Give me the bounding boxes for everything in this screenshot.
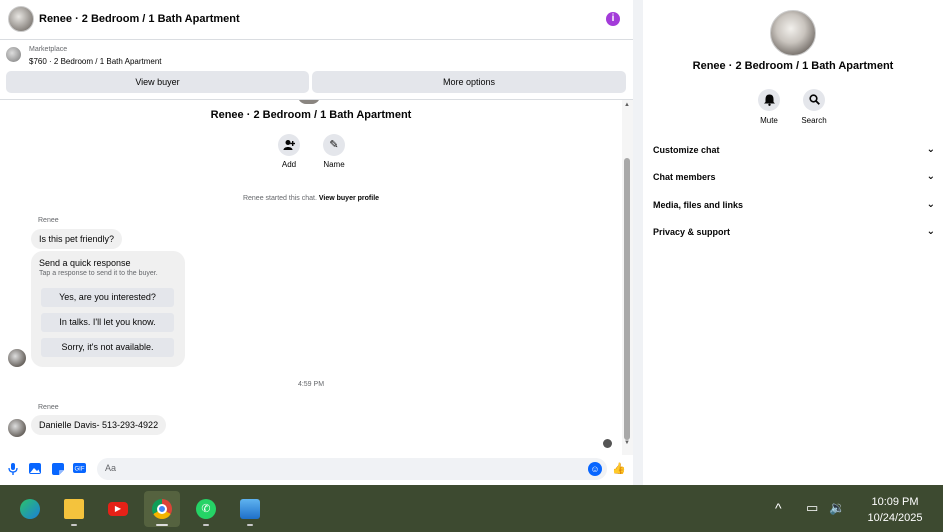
youtube-app[interactable]: ▶ xyxy=(100,491,136,527)
sender-name: Renee xyxy=(38,217,59,224)
quick-response-subtitle: Tap a response to send it to the buyer. xyxy=(39,270,158,277)
add-people-button[interactable]: Add xyxy=(269,134,309,169)
view-buyer-profile-link[interactable]: View buyer profile xyxy=(319,195,379,202)
chrome-app[interactable] xyxy=(144,491,180,527)
chat-pane: Renee · 2 Bedroom / 1 Bath Apartment i M… xyxy=(0,0,633,485)
youtube-icon: ▶ xyxy=(108,502,128,516)
whatsapp-app[interactable]: ✆ xyxy=(188,491,224,527)
listing-thumbnail xyxy=(6,47,21,62)
info-panel-title: Renee · 2 Bedroom / 1 Bath Apartment xyxy=(692,60,894,72)
privacy-support-section[interactable]: Privacy & support ⌄ xyxy=(653,222,935,242)
search-label: Search xyxy=(801,116,827,125)
add-person-icon xyxy=(278,134,300,156)
composer: GIF Aa ☺ 👍 xyxy=(0,455,633,485)
name-button[interactable]: ✎ Name xyxy=(314,134,354,169)
bell-icon xyxy=(758,89,780,111)
clock-date: 10/24/2025 xyxy=(867,512,923,524)
mute-button[interactable]: Mute xyxy=(749,89,789,125)
section-label: Privacy & support xyxy=(653,227,731,237)
chevron-up-icon[interactable]: ^ xyxy=(775,500,782,516)
quick-response-title: Send a quick response xyxy=(39,258,131,268)
running-indicator xyxy=(71,524,77,526)
gif-icon[interactable]: GIF xyxy=(73,463,86,476)
thumbs-up-icon[interactable]: 👍 xyxy=(612,463,626,476)
media-files-section[interactable]: Media, files and links ⌄ xyxy=(653,195,935,215)
name-label: Name xyxy=(323,160,345,169)
quick-response-option[interactable]: Yes, are you interested? xyxy=(41,288,174,307)
quick-response-option[interactable]: In talks. I'll let you know. xyxy=(41,313,174,332)
message-bubble[interactable]: Is this pet friendly? xyxy=(31,229,123,249)
chevron-down-icon: ⌄ xyxy=(926,226,935,237)
conversation-title: Renee · 2 Bedroom / 1 Bath Apartment xyxy=(210,109,412,121)
scroll-up-arrow[interactable]: ▲ xyxy=(624,102,630,108)
quick-response-card: Send a quick response Tap a response to … xyxy=(31,251,185,367)
marketplace-label: Marketplace xyxy=(29,46,68,53)
sender-name: Renee xyxy=(38,404,59,411)
photo-icon[interactable] xyxy=(28,463,41,476)
chat-members-section[interactable]: Chat members ⌄ xyxy=(653,167,935,187)
sticker-icon[interactable] xyxy=(51,463,64,476)
system-clock[interactable]: 10:09 PM 10/24/2025 xyxy=(855,494,935,526)
scrollbar-thumb[interactable] xyxy=(624,158,630,440)
message-placeholder: Aa xyxy=(105,463,117,473)
chat-title[interactable]: Renee · 2 Bedroom / 1 Bath Apartment xyxy=(39,13,240,25)
edge-app[interactable] xyxy=(12,491,48,527)
clock-time: 10:09 PM xyxy=(871,496,919,508)
marketplace-banner: Marketplace $760 · 2 Bedroom / 1 Bath Ap… xyxy=(0,40,633,100)
quick-response-option[interactable]: Sorry, it's not available. xyxy=(41,338,174,357)
chevron-down-icon: ⌄ xyxy=(926,144,935,155)
section-label: Media, files and links xyxy=(653,200,744,210)
section-label: Chat members xyxy=(653,172,716,182)
mute-label: Mute xyxy=(760,116,778,125)
running-indicator xyxy=(203,524,209,526)
photos-app[interactable] xyxy=(232,491,268,527)
chat-header: Renee · 2 Bedroom / 1 Bath Apartment i xyxy=(0,0,633,40)
volume-icon[interactable]: 🔉 xyxy=(829,500,845,516)
message-scrollbar[interactable]: ▲ ▼ xyxy=(622,100,633,455)
folder-icon xyxy=(64,499,84,519)
profile-photo-partial xyxy=(298,100,320,104)
started-text: Renee started this chat. xyxy=(242,195,317,202)
svg-text:GIF: GIF xyxy=(75,466,85,472)
file-explorer-app[interactable] xyxy=(56,491,92,527)
microphone-icon[interactable] xyxy=(6,463,19,476)
emoji-icon[interactable]: ☺ xyxy=(588,462,602,476)
message-bubble[interactable]: Danielle Davis- 513-293-4922 xyxy=(31,415,167,435)
customize-chat-section[interactable]: Customize chat ⌄ xyxy=(653,140,935,160)
search-button[interactable]: Search xyxy=(794,89,834,125)
add-label: Add xyxy=(281,160,297,169)
taskbar: ▶ ✆ ^ ▭ 🔉 10:09 PM 10/24/2025 xyxy=(0,485,943,532)
pane-divider xyxy=(633,0,643,485)
chevron-down-icon: ⌄ xyxy=(926,199,935,210)
sender-avatar xyxy=(8,419,26,437)
listing-summary[interactable]: $760 · 2 Bedroom / 1 Bath Apartment xyxy=(29,57,162,66)
view-buyer-button[interactable]: View buyer xyxy=(6,71,309,93)
search-icon xyxy=(803,89,825,111)
message-timestamp: 4:59 PM xyxy=(297,381,325,388)
chevron-down-icon: ⌄ xyxy=(926,171,935,182)
whatsapp-icon: ✆ xyxy=(196,499,216,519)
active-indicator xyxy=(156,524,168,526)
section-label: Customize chat xyxy=(653,145,720,155)
edge-icon xyxy=(20,499,40,519)
chrome-icon xyxy=(152,499,172,519)
display-icon[interactable]: ▭ xyxy=(806,500,818,516)
pencil-icon: ✎ xyxy=(323,134,345,156)
photos-icon xyxy=(240,499,260,519)
scroll-down-arrow[interactable]: ▼ xyxy=(624,440,630,446)
running-indicator xyxy=(247,524,253,526)
more-options-button[interactable]: More options xyxy=(312,71,626,93)
sender-avatar xyxy=(8,349,26,367)
chat-started-notice: Renee started this chat. View buyer prof… xyxy=(0,195,622,202)
contact-avatar[interactable] xyxy=(8,6,34,32)
chat-info-panel: Renee · 2 Bedroom / 1 Bath Apartment Mut… xyxy=(643,0,943,485)
seen-indicator xyxy=(603,439,612,448)
message-input[interactable]: Aa ☺ xyxy=(97,458,607,480)
message-list: Renee · 2 Bedroom / 1 Bath Apartment Add… xyxy=(0,100,622,455)
info-icon[interactable]: i xyxy=(606,12,620,26)
listing-photo[interactable] xyxy=(770,10,816,56)
